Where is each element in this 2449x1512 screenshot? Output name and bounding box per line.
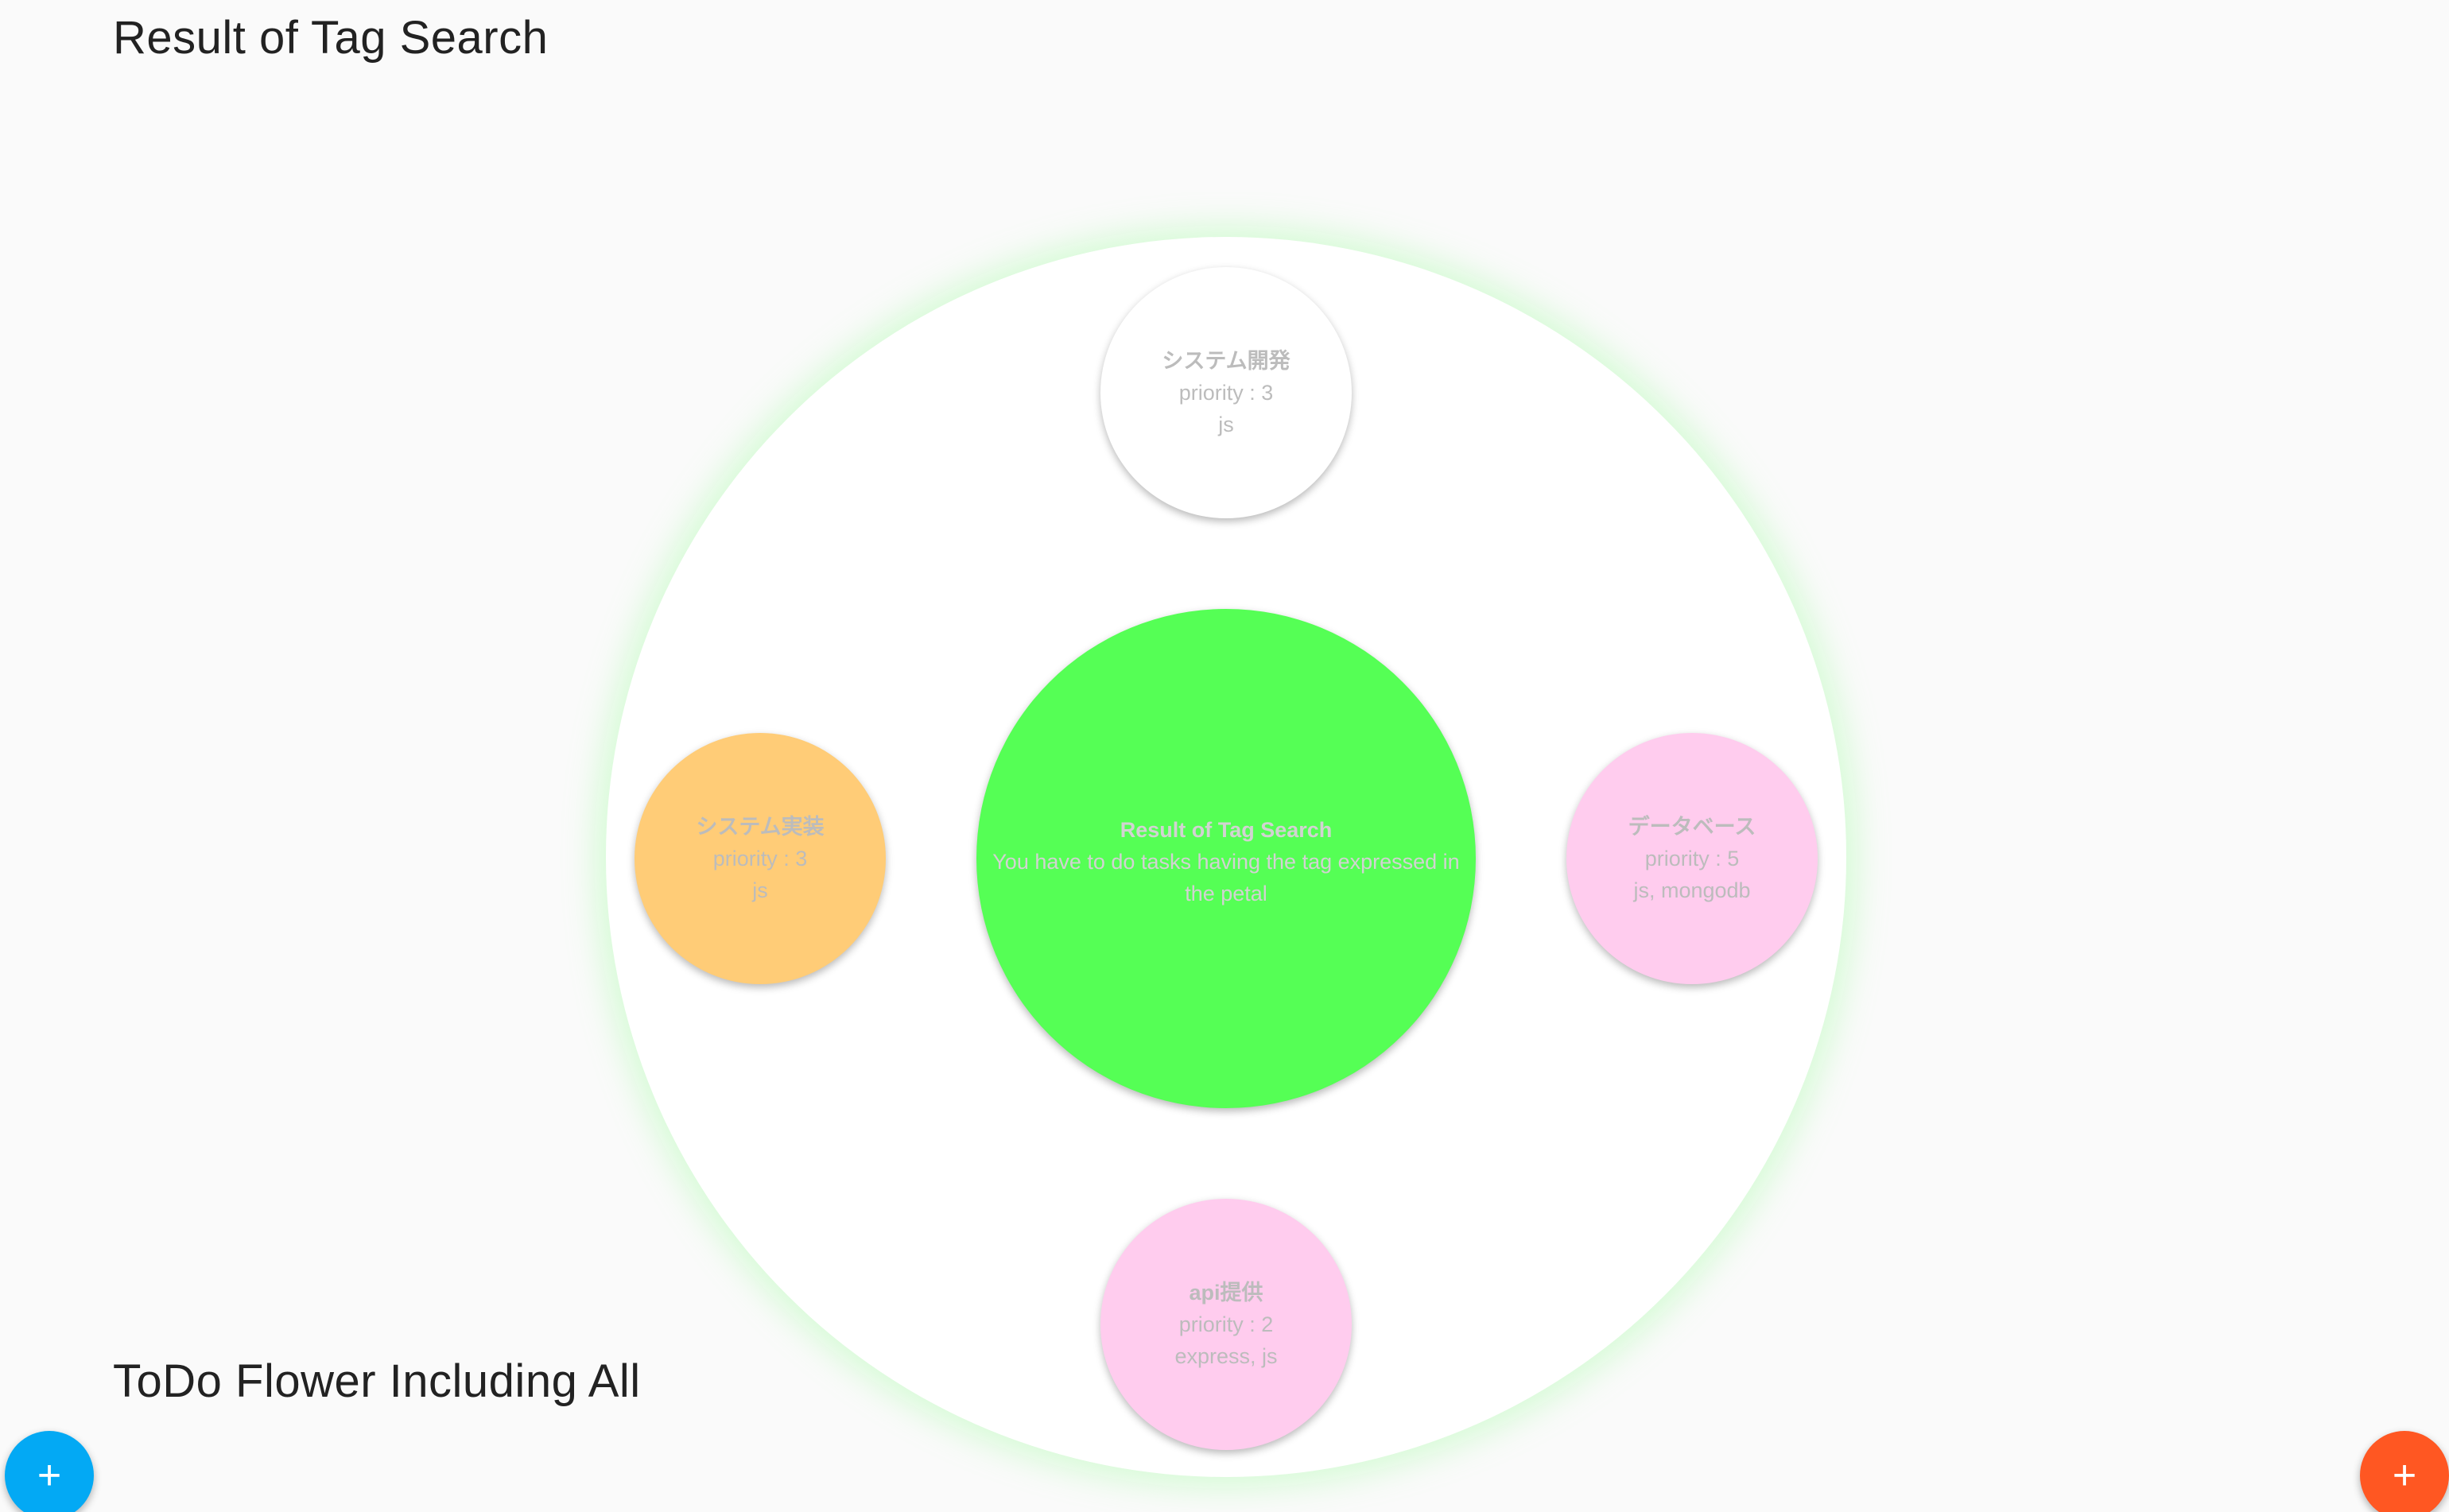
petal-priority: priority : 2: [1178, 1312, 1274, 1336]
petal-priority: priority : 3: [1178, 381, 1274, 405]
center-description: You have to do tasks having the tag expr…: [992, 850, 1460, 905]
petal-tags: js: [1218, 413, 1234, 436]
petal-title: api提供: [1189, 1281, 1263, 1305]
plus-icon: +: [37, 1452, 62, 1498]
petal-title: システム実装: [696, 815, 825, 839]
page: Result of Tag Search システム開発 priority : 3…: [0, 0, 2449, 1512]
petal-priority: priority : 5: [1644, 847, 1740, 870]
petal-tags: js: [752, 878, 768, 902]
page-title: Result of Tag Search: [113, 12, 549, 64]
add-button-left[interactable]: +: [5, 1431, 94, 1512]
petal-api-provision[interactable]: api提供 priority : 2 express, js: [1100, 1199, 1352, 1450]
section-title: ToDo Flower Including All: [113, 1355, 641, 1407]
flower-center[interactable]: Result of Tag Search You have to do task…: [976, 609, 1476, 1108]
add-button-right[interactable]: +: [2360, 1431, 2449, 1512]
petal-title: システム開発: [1162, 349, 1290, 373]
petal-tags: express, js: [1174, 1344, 1278, 1368]
petal-priority: priority : 3: [712, 847, 808, 870]
petal-database[interactable]: データベース priority : 5 js, mongodb: [1566, 733, 1818, 984]
plus-icon: +: [2392, 1452, 2417, 1498]
petal-title: データベース: [1628, 815, 1756, 839]
petal-system-development[interactable]: システム開発 priority : 3 js: [1100, 267, 1352, 518]
petal-tags: js, mongodb: [1633, 878, 1751, 902]
petal-system-implementation[interactable]: システム実装 priority : 3 js: [635, 733, 886, 984]
center-title: Result of Tag Search: [1120, 818, 1333, 842]
